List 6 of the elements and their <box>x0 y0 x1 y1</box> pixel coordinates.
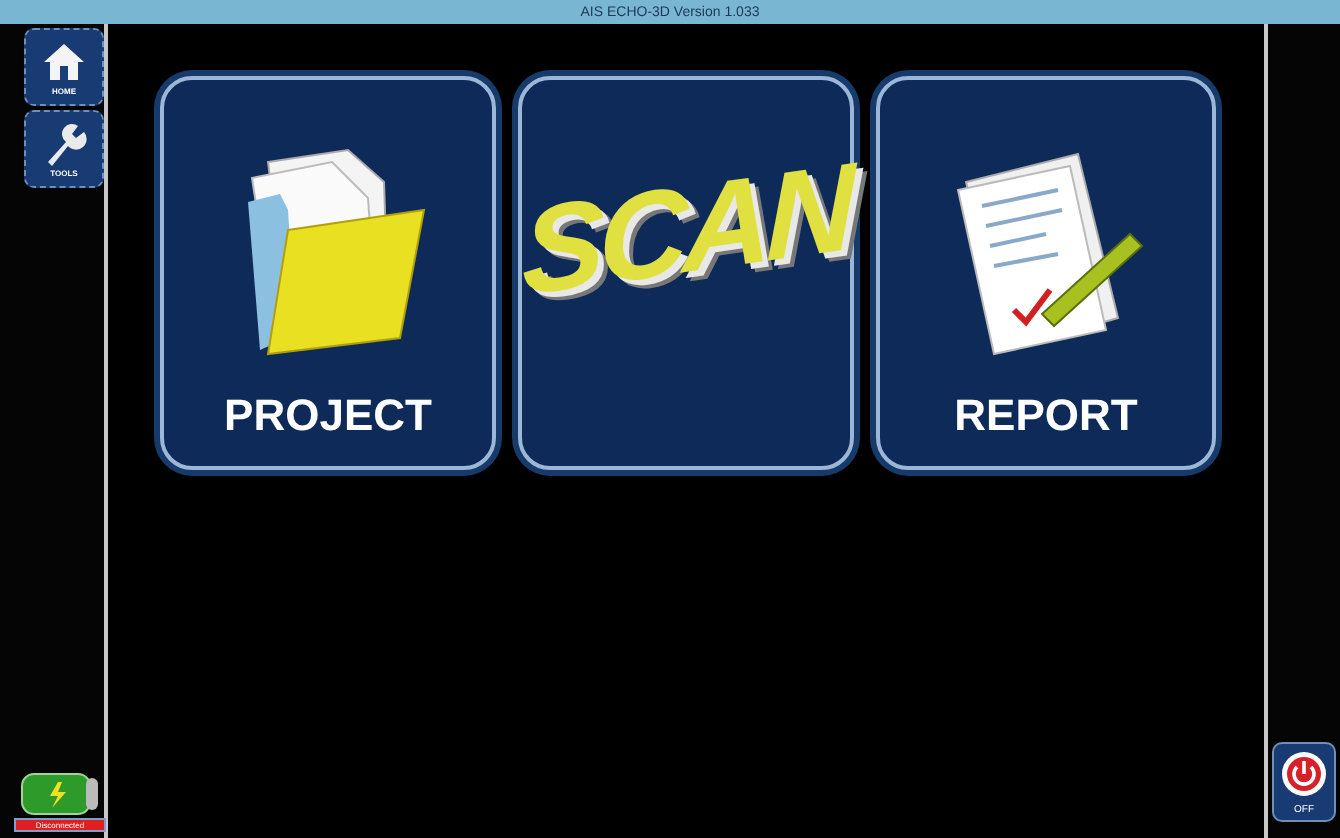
house-icon <box>40 38 88 86</box>
scan-tile[interactable]: SCAN <box>518 76 854 470</box>
power-icon <box>1280 749 1328 797</box>
battery-icon <box>20 772 100 816</box>
report-tile[interactable]: REPORT <box>876 76 1216 470</box>
project-tile[interactable]: PROJECT <box>160 76 496 470</box>
